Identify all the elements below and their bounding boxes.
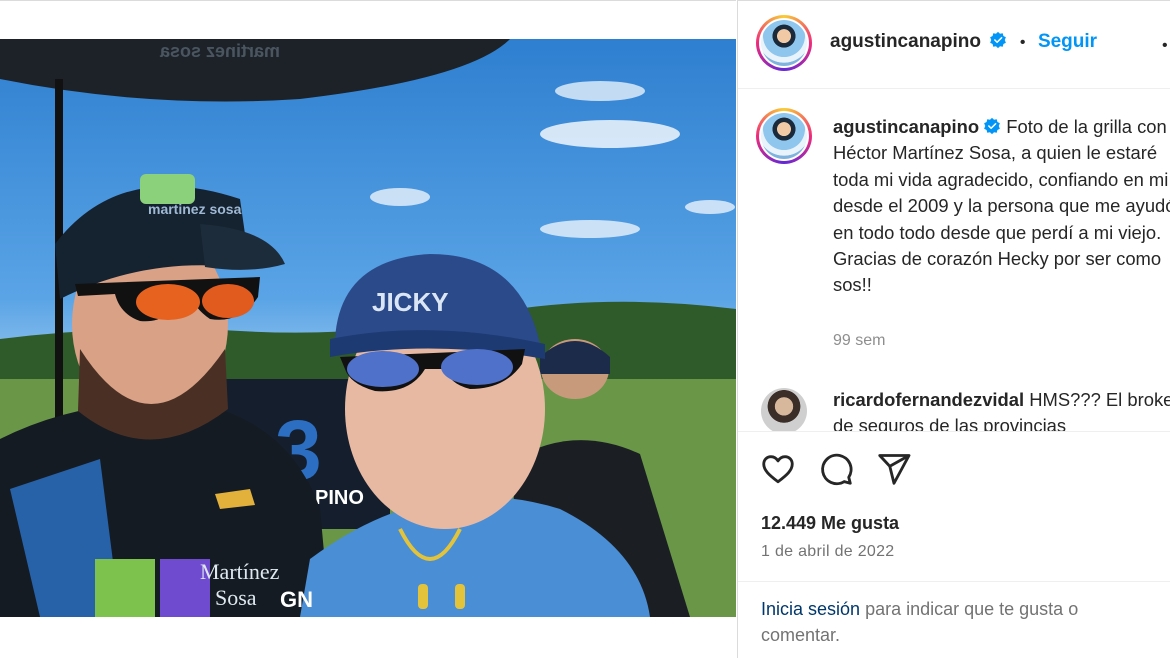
instagram-post-window: martinez sosa 3 PINO Martínez Sosa marti… [0, 0, 1170, 658]
login-prompt-text: Inicia sesión para indicar que te gusta … [761, 596, 1161, 648]
comment-username[interactable]: ricardofernandezvidal [833, 389, 1024, 410]
more-options-icon[interactable]: • [1162, 37, 1168, 55]
comments-list[interactable]: agustincanapino Foto de la grilla con Hé… [738, 90, 1170, 432]
author-username[interactable]: agustincanapino [830, 31, 981, 52]
likes-count[interactable]: 12.449 Me gusta [761, 513, 899, 534]
caption-text: agustincanapino Foto de la grilla con Hé… [833, 114, 1170, 299]
login-link[interactable]: Inicia sesión [761, 599, 860, 619]
author-line: agustincanapino • Seguir [830, 31, 1097, 53]
media-pane: martinez sosa 3 PINO Martínez Sosa marti… [0, 0, 736, 658]
comment-text: ricardofernandezvidal HMS??? El broker d… [833, 387, 1170, 431]
photo-illustration: martinez sosa 3 PINO Martínez Sosa marti… [0, 39, 736, 617]
commenter-avatar[interactable] [761, 388, 807, 431]
svg-text:martinez sosa: martinez sosa [159, 41, 280, 61]
svg-text:PINO: PINO [315, 487, 364, 509]
caption-body: Foto de la grilla con Héctor Martínez So… [833, 116, 1170, 296]
author-avatar[interactable] [756, 15, 812, 71]
follow-button[interactable]: Seguir [1038, 31, 1097, 52]
login-prompt-bar: Inicia sesión para indicar que te gusta … [738, 581, 1170, 658]
svg-text:Sosa: Sosa [215, 585, 257, 610]
cap-text: JICKY [372, 287, 449, 317]
post-photo[interactable]: martinez sosa 3 PINO Martínez Sosa marti… [0, 39, 736, 617]
send-icon[interactable] [876, 451, 912, 487]
comment-icon[interactable] [818, 451, 854, 487]
comment-item: ricardofernandezvidal HMS??? El broker d… [738, 382, 1170, 431]
svg-text:Martínez: Martínez [200, 559, 280, 584]
post-header: agustincanapino • Seguir • [738, 1, 1170, 89]
watermark-text: GN [280, 587, 313, 612]
action-bar [738, 451, 1170, 491]
caption-username[interactable]: agustincanapino [833, 116, 979, 137]
caption-timestamp[interactable]: 99 sem [833, 332, 885, 350]
verified-badge-icon [990, 31, 1007, 49]
post-date[interactable]: 1 de abril de 2022 [761, 543, 895, 561]
post-sidebar: agustincanapino • Seguir • agustincanapi… [737, 0, 1170, 658]
separator-dot: • [1019, 34, 1026, 51]
svg-text:martinez sosa: martinez sosa [148, 201, 242, 217]
verified-badge-icon [984, 117, 1000, 135]
caption-avatar[interactable] [756, 108, 812, 164]
heart-icon[interactable] [760, 451, 796, 487]
